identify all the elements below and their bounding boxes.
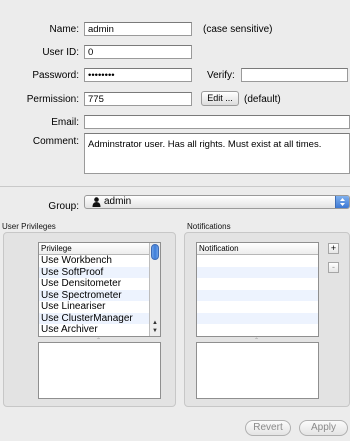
notification-row[interactable] (197, 324, 318, 336)
notification-column-header[interactable]: Notification (197, 243, 318, 255)
add-notification-button[interactable]: + (328, 243, 339, 254)
permission-hint: (default) (244, 94, 281, 105)
password-label: Password: (32, 70, 79, 81)
notification-row[interactable] (197, 255, 318, 267)
privilege-column-header[interactable]: Privilege (39, 243, 160, 255)
userid-field[interactable]: 0 (84, 45, 192, 59)
privileges-section-title: User Privileges (2, 222, 56, 231)
scroll-down-arrow-icon[interactable]: ▼ (150, 327, 160, 335)
revert-button[interactable]: Revert (245, 420, 291, 436)
privilege-row[interactable]: Use Workbench (39, 255, 160, 267)
verify-field[interactable] (241, 68, 348, 82)
notification-row[interactable] (197, 278, 318, 290)
notifications-table[interactable]: Notification (196, 242, 319, 337)
email-field[interactable] (84, 115, 350, 129)
notification-row[interactable] (197, 266, 318, 278)
scroll-thumb[interactable] (151, 244, 159, 260)
password-field[interactable]: •••••••• (84, 68, 192, 82)
comment-field[interactable]: Adminstrator user. Has all rights. Must … (84, 133, 350, 174)
email-label: Email: (51, 117, 79, 128)
privilege-row[interactable]: Use Densitometer (39, 278, 160, 290)
name-field[interactable]: admin (84, 22, 192, 36)
notifications-section-title: Notifications (187, 222, 231, 231)
name-label: Name: (49, 24, 79, 35)
privilege-row[interactable]: Use Spectrometer (39, 289, 160, 301)
privilege-row[interactable]: Use Archiver (39, 324, 160, 336)
notification-row[interactable] (197, 312, 318, 324)
notification-detail-area[interactable] (196, 342, 319, 399)
privilege-row[interactable]: Use SoftProof (39, 266, 160, 278)
userid-label: User ID: (42, 47, 79, 58)
name-hint: (case sensitive) (203, 24, 273, 35)
verify-label: Verify: (207, 70, 235, 81)
group-selected: admin (104, 196, 132, 207)
remove-notification-button[interactable]: - (328, 262, 339, 273)
privilege-row[interactable]: Use ClusterManager (39, 312, 160, 324)
group-label: Group: (48, 201, 79, 212)
apply-button[interactable]: Apply (299, 420, 348, 436)
permission-field[interactable]: 775 (84, 92, 192, 106)
notification-row[interactable] (197, 289, 318, 301)
privilege-row[interactable]: Use Lineariser (39, 301, 160, 313)
privilege-detail-area[interactable] (38, 342, 161, 399)
separator (0, 186, 350, 187)
edit-permission-button[interactable]: Edit ... (201, 91, 239, 106)
privileges-table[interactable]: Privilege Use Workbench Use SoftProof Us… (38, 242, 161, 337)
user-silhouette-icon (92, 197, 101, 207)
privileges-scrollbar[interactable]: ▲ ▼ (149, 243, 160, 336)
group-popup[interactable]: admin (84, 195, 350, 209)
notification-row[interactable] (197, 301, 318, 313)
scroll-up-arrow-icon[interactable]: ▲ (150, 319, 160, 327)
permission-label: Permission: (26, 94, 79, 105)
popup-arrows-icon (335, 196, 349, 208)
comment-label: Comment: (32, 136, 79, 147)
